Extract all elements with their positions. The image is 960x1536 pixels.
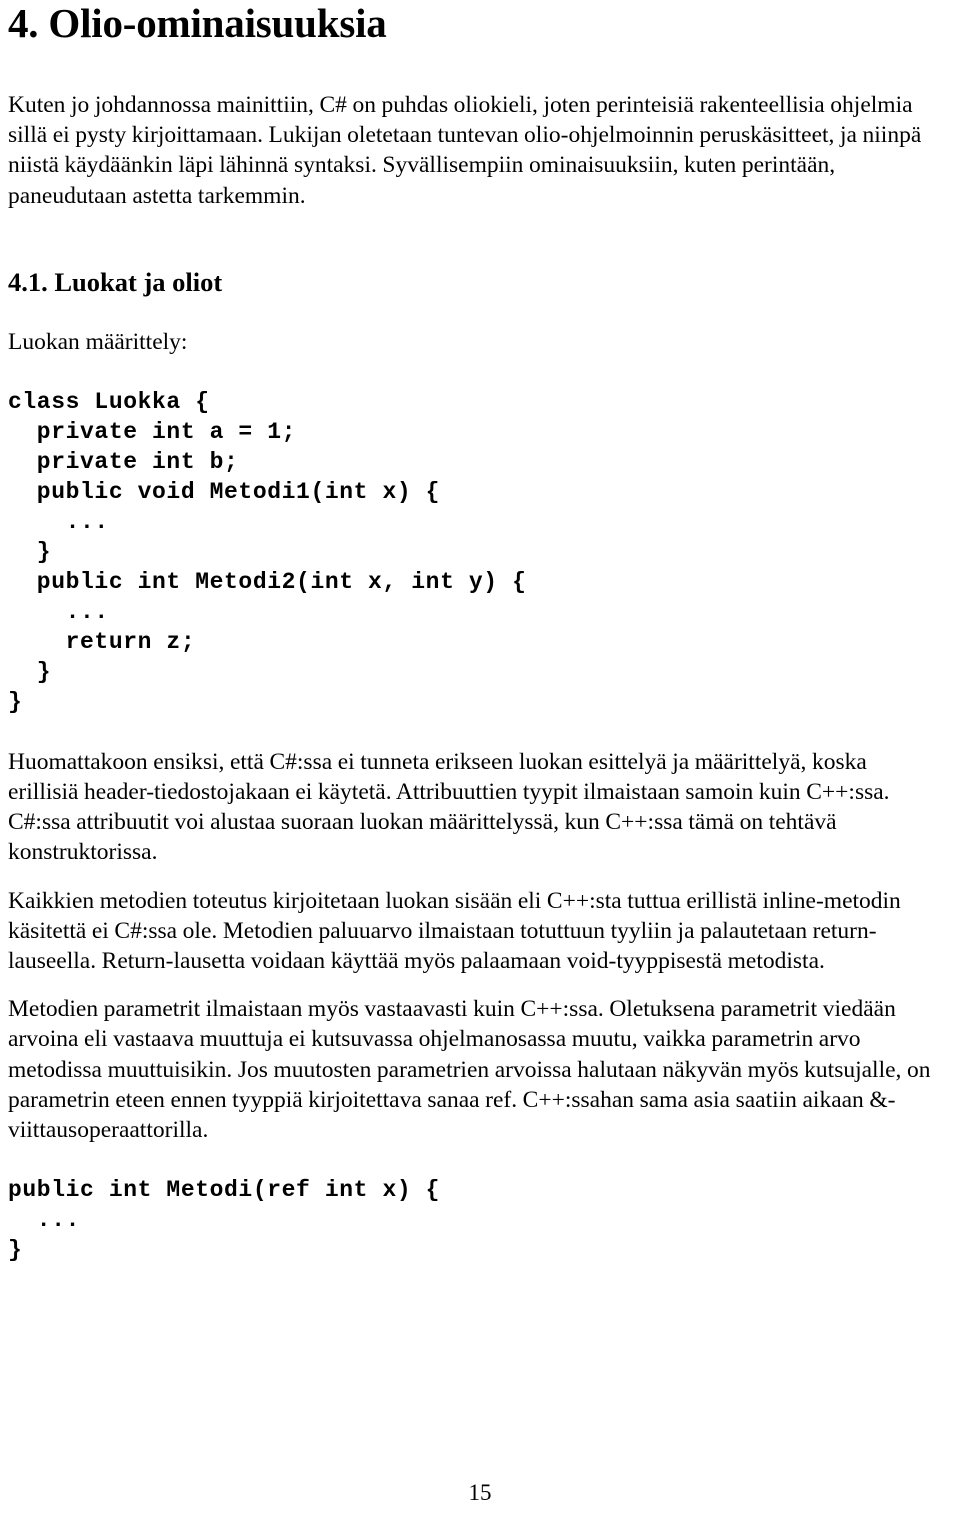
- paragraph-parameter-notes: Metodien parametrit ilmaistaan myös vast…: [8, 996, 931, 1144]
- page-number: 15: [468, 1480, 492, 1505]
- spacer-before-ref-code-block: [8, 1145, 938, 1175]
- spacer-before-section-title: [8, 211, 938, 267]
- code-block-ref-parameter: public int Metodi(ref int x) { ... }: [8, 1177, 441, 1264]
- spacer-after-code-block: [8, 717, 938, 747]
- page-content: 4. Olio-ominaisuuksia Kuten jo johdannos…: [8, 0, 938, 1265]
- chapter-title: 4. Olio-ominaisuuksia: [8, 0, 387, 46]
- spacer-between-paragraphs-2: [8, 976, 938, 994]
- spacer-after-section-title: [8, 297, 938, 327]
- spacer-before-code-block: [8, 357, 938, 387]
- code-block-class-definition: class Luokka { private int a = 1; privat…: [8, 388, 527, 715]
- paragraph-class-notes: Huomattakoon ensiksi, että C#:ssa ei tun…: [8, 748, 890, 866]
- paragraph-method-notes: Kaikkien metodien toteutus kirjoitetaan …: [8, 887, 901, 975]
- spacer-between-paragraphs-1: [8, 868, 938, 886]
- code-lead-in-text: Luokan määrittely:: [8, 328, 188, 355]
- document-page: 4. Olio-ominaisuuksia Kuten jo johdannos…: [0, 0, 960, 1536]
- spacer-after-chapter-title: [8, 46, 938, 90]
- chapter-intro-paragraph: Kuten jo johdannossa mainittiin, C# on p…: [8, 92, 922, 209]
- section-title: 4.1. Luokat ja oliot: [8, 266, 223, 297]
